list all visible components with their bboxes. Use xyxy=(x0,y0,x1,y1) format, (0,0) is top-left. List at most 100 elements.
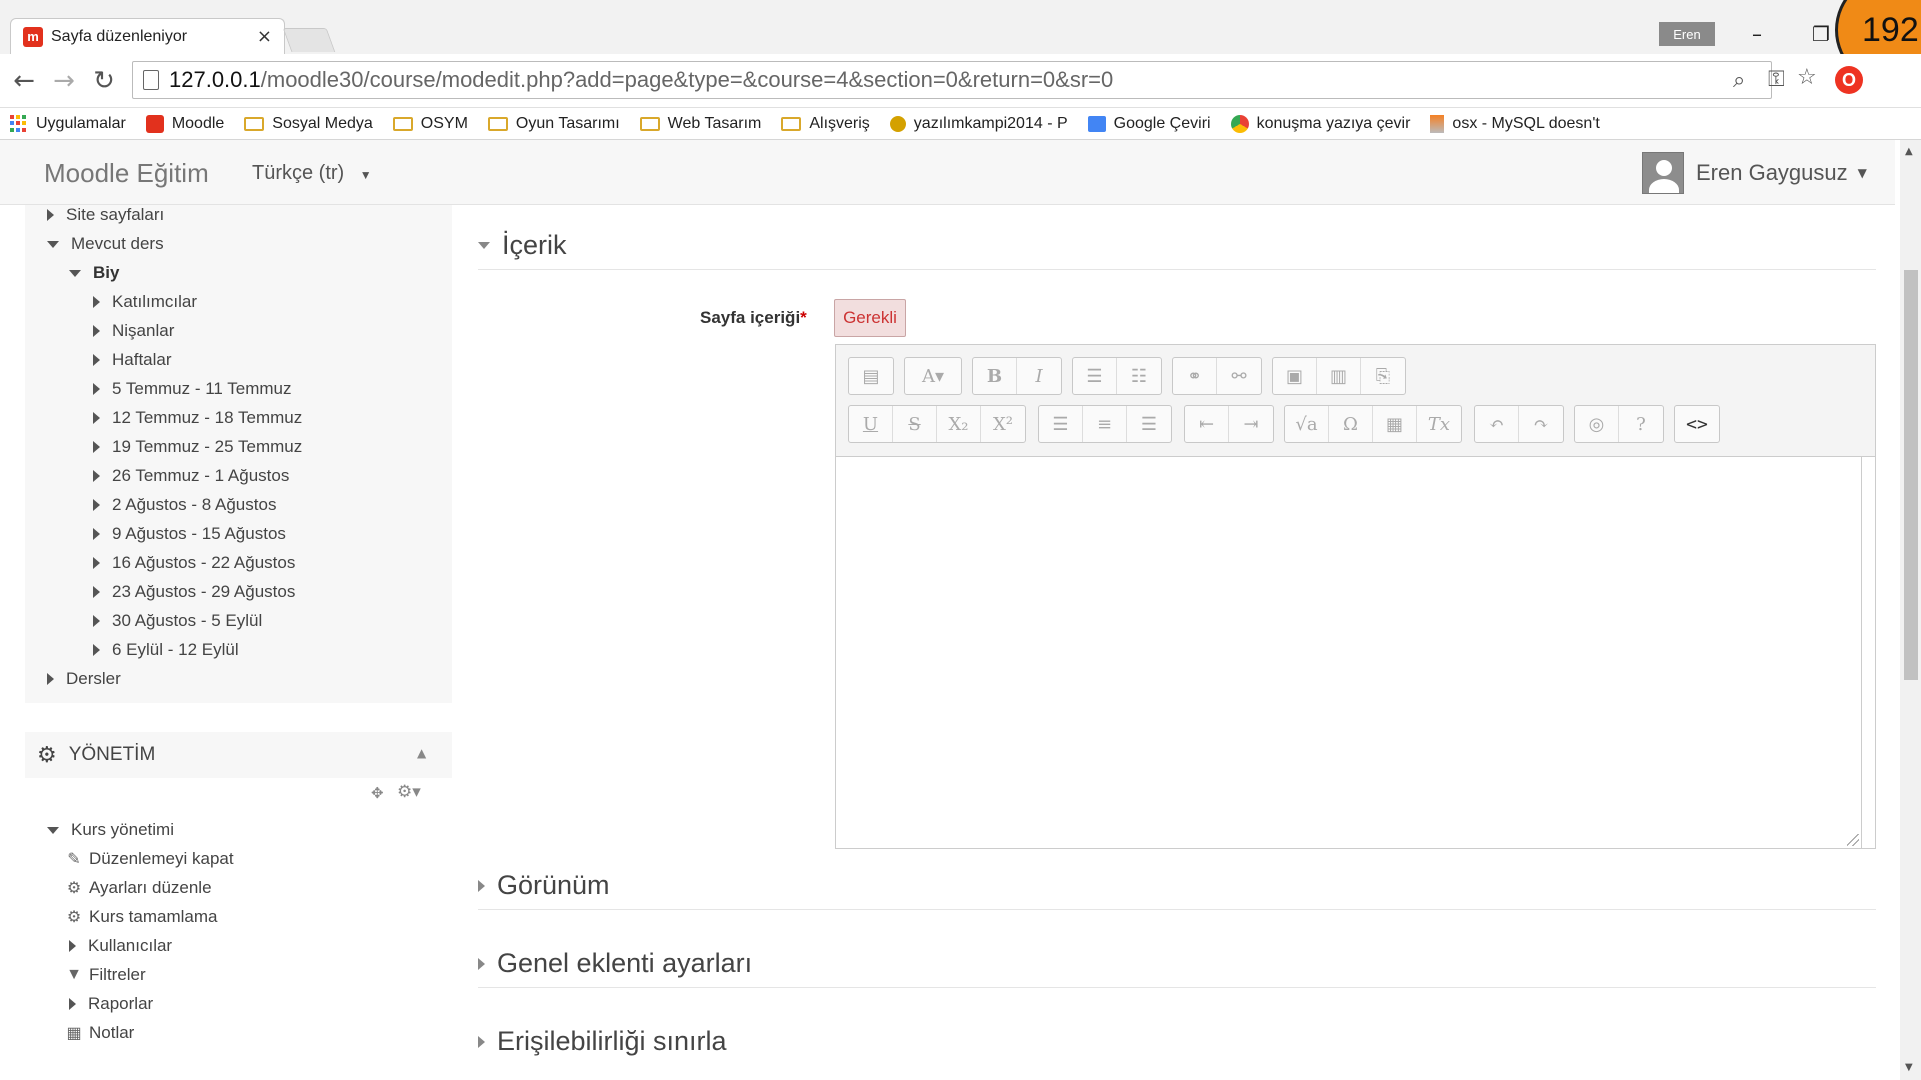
align-left-icon[interactable]: ☰ xyxy=(1039,406,1083,442)
move-icon[interactable]: ✥ xyxy=(371,784,384,802)
superscript-icon[interactable]: X² xyxy=(981,406,1025,442)
admin-item-edit-settings[interactable]: ⚙ Ayarları düzenle xyxy=(65,878,212,898)
link-icon[interactable]: ⚭ xyxy=(1173,358,1217,394)
bookmark-folder-osym[interactable]: OSYM xyxy=(392,115,468,133)
bookmark-yazilimkampi[interactable]: yazılımkampi2014 - P xyxy=(889,115,1068,133)
block-actions-gear-icon[interactable]: ⚙▾ xyxy=(397,782,421,802)
nav-item-week[interactable]: 5 Temmuz - 11 Temmuz xyxy=(93,379,292,399)
bold-icon[interactable]: B xyxy=(973,358,1017,394)
bookmark-folder-sosyal-medya[interactable]: Sosyal Medya xyxy=(244,115,373,133)
collapse-block-icon[interactable]: ▲ xyxy=(417,746,426,760)
section-common-module-settings-header[interactable]: Genel eklenti ayarları xyxy=(478,948,1876,988)
underline-icon[interactable]: U xyxy=(849,406,893,442)
admin-item-filters[interactable]: ▼ Filtreler xyxy=(65,965,146,985)
accessibility-checker-icon[interactable]: ◎ xyxy=(1575,406,1619,442)
media-icon[interactable]: ▥ xyxy=(1317,358,1361,394)
resize-handle-icon[interactable] xyxy=(1847,834,1859,846)
profile-chip[interactable]: Eren xyxy=(1659,22,1715,46)
close-tab-icon[interactable]: × xyxy=(257,26,272,47)
bookmark-moodle[interactable]: Moodle xyxy=(145,114,224,133)
strikethrough-icon[interactable]: S xyxy=(893,406,937,442)
section-content-header[interactable]: İçerik xyxy=(478,230,1876,270)
bookmark-google-ceviri[interactable]: Google Çeviri xyxy=(1087,115,1211,133)
italic-icon[interactable]: I xyxy=(1017,358,1061,394)
font-style-icon[interactable]: A▾ xyxy=(905,358,961,394)
nav-item-participants[interactable]: Katılımcılar xyxy=(93,292,197,312)
image-icon[interactable]: ▣ xyxy=(1273,358,1317,394)
undo-icon[interactable]: ↶ xyxy=(1475,406,1519,442)
moodle-favicon-icon: m xyxy=(23,26,43,47)
admin-item-users[interactable]: Kullanıcılar xyxy=(69,936,172,956)
reload-icon[interactable]: ↻ xyxy=(88,66,120,96)
browser-tab-active[interactable]: m Sayfa düzenleniyor × xyxy=(10,18,285,54)
page-scrollbar[interactable]: ▲ ▼ xyxy=(1900,140,1921,1080)
subscript-icon[interactable]: X₂ xyxy=(937,406,981,442)
restore-window-icon[interactable]: ❐ xyxy=(1806,22,1836,46)
nav-item-courses[interactable]: Dersler xyxy=(47,669,121,689)
admin-block-header[interactable]: ⚙ YÖNETİM ▲ xyxy=(25,732,452,778)
scroll-thumb[interactable] xyxy=(1904,270,1918,680)
special-char-icon[interactable]: Ω xyxy=(1329,406,1373,442)
admin-item-course-completion[interactable]: ⚙ Kurs tamamlama xyxy=(65,907,218,927)
numbered-list-icon[interactable]: ☷ xyxy=(1117,358,1161,394)
scroll-up-icon[interactable]: ▲ xyxy=(1905,146,1913,157)
address-bar[interactable]: 127.0.0.1 /moodle30/course/modedit.php?a… xyxy=(132,61,1772,99)
editor-content-area[interactable] xyxy=(836,457,1862,848)
admin-item-turn-editing-off[interactable]: ✎ Düzenlemeyi kapat xyxy=(65,849,233,869)
minimize-window-icon[interactable]: – xyxy=(1742,22,1772,46)
nav-item-week[interactable]: 16 Ağustos - 22 Ağustos xyxy=(93,553,295,573)
nav-item-current-course[interactable]: Mevcut ders xyxy=(47,234,164,254)
outdent-icon[interactable]: ⇤ xyxy=(1185,406,1229,442)
equation-icon[interactable]: √a xyxy=(1285,406,1329,442)
clear-format-icon[interactable]: Tx xyxy=(1417,406,1461,442)
nav-item-weeks[interactable]: Haftalar xyxy=(93,350,172,370)
back-arrow-icon[interactable]: ← xyxy=(8,66,40,96)
user-menu[interactable]: Eren Gaygusuz ▼ xyxy=(1642,152,1867,194)
align-right-icon[interactable]: ☰ xyxy=(1127,406,1171,442)
bullet-list-icon[interactable]: ☰ xyxy=(1073,358,1117,394)
admin-item-reports[interactable]: Raporlar xyxy=(69,994,153,1014)
site-brand[interactable]: Moodle Eğitim xyxy=(44,158,209,189)
expand-arrow-icon xyxy=(93,528,100,540)
bookmark-konusma[interactable]: konuşma yazıya çevir xyxy=(1230,114,1410,133)
forward-arrow-icon[interactable]: → xyxy=(48,66,80,96)
zoom-icon[interactable]: ⌕ xyxy=(1733,68,1745,93)
language-menu[interactable]: Türkçe (tr) ▼ xyxy=(252,162,372,185)
screenreader-helper-icon[interactable]: ? xyxy=(1619,406,1663,442)
nav-item-course-biy[interactable]: Biy xyxy=(69,263,119,283)
new-tab-button[interactable] xyxy=(282,28,336,52)
admin-item-grades[interactable]: ▦ Notlar xyxy=(65,1023,134,1043)
unlink-icon[interactable]: ⚯ xyxy=(1217,358,1261,394)
opera-extension-icon[interactable]: O xyxy=(1835,66,1863,94)
bookmark-folder-oyun-tasarimi[interactable]: Oyun Tasarımı xyxy=(487,115,620,133)
collapse-arrow-icon xyxy=(478,242,490,249)
paste-icon[interactable]: ⎘ xyxy=(1361,358,1405,394)
indent-icon[interactable]: ⇥ xyxy=(1229,406,1273,442)
nav-item-badges[interactable]: Nişanlar xyxy=(93,321,174,341)
nav-item-week[interactable]: 23 Ağustos - 29 Ağustos xyxy=(93,582,295,602)
admin-item-course-admin[interactable]: Kurs yönetimi xyxy=(47,820,174,840)
align-center-icon[interactable]: ≡ xyxy=(1083,406,1127,442)
admin-item-label: Ayarları düzenle xyxy=(89,878,212,897)
bookmark-star-icon[interactable]: ☆ xyxy=(1797,65,1817,90)
nav-item-week[interactable]: 12 Temmuz - 18 Temmuz xyxy=(93,408,302,428)
nav-item-week[interactable]: 2 Ağustos - 8 Ağustos xyxy=(93,495,276,515)
bookmark-apps[interactable]: Uygulamalar xyxy=(10,114,126,133)
scroll-down-icon[interactable]: ▼ xyxy=(1905,1062,1913,1073)
redo-icon[interactable]: ↷ xyxy=(1519,406,1563,442)
bookmark-folder-alisveris[interactable]: Alışveriş xyxy=(781,115,870,133)
section-appearance-header[interactable]: Görünüm xyxy=(478,870,1876,910)
nav-item-week[interactable]: 6 Eylül - 12 Eylül xyxy=(93,640,239,660)
key-icon[interactable]: ⚿ xyxy=(1768,67,1785,92)
bookmark-stackoverflow[interactable]: osx - MySQL doesn't xyxy=(1430,114,1600,133)
nav-item-week[interactable]: 9 Ağustos - 15 Ağustos xyxy=(93,524,286,544)
nav-item-site-pages[interactable]: Site sayfaları xyxy=(47,205,164,225)
section-restrict-access-header[interactable]: Erişilebilirliği sınırla xyxy=(478,1026,1876,1065)
table-icon[interactable]: ▦ xyxy=(1373,406,1417,442)
nav-item-week[interactable]: 30 Ağustos - 5 Eylül xyxy=(93,611,262,631)
nav-item-week[interactable]: 19 Temmuz - 25 Temmuz xyxy=(93,437,302,457)
bookmark-folder-web-tasarim[interactable]: Web Tasarım xyxy=(639,115,761,133)
nav-item-week[interactable]: 26 Temmuz - 1 Ağustos xyxy=(93,466,289,486)
toggle-toolbar-icon[interactable]: ▤ xyxy=(849,358,893,394)
html-source-icon[interactable]: <> xyxy=(1675,406,1719,442)
